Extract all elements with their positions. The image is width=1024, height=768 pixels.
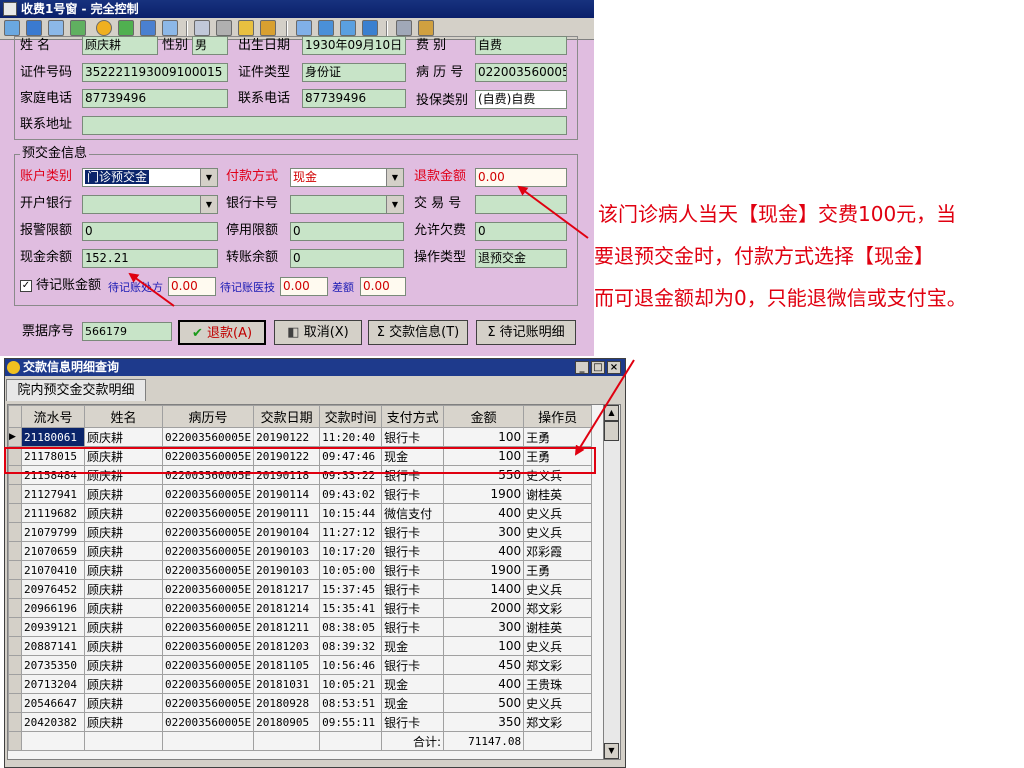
annotation-overlay — [4, 185, 635, 474]
arrow-to-cash-row — [574, 359, 635, 456]
arrow-to-cash-balance — [128, 272, 175, 307]
cash-row-highlight — [4, 447, 596, 474]
arrow-to-refund-amount — [517, 185, 589, 239]
